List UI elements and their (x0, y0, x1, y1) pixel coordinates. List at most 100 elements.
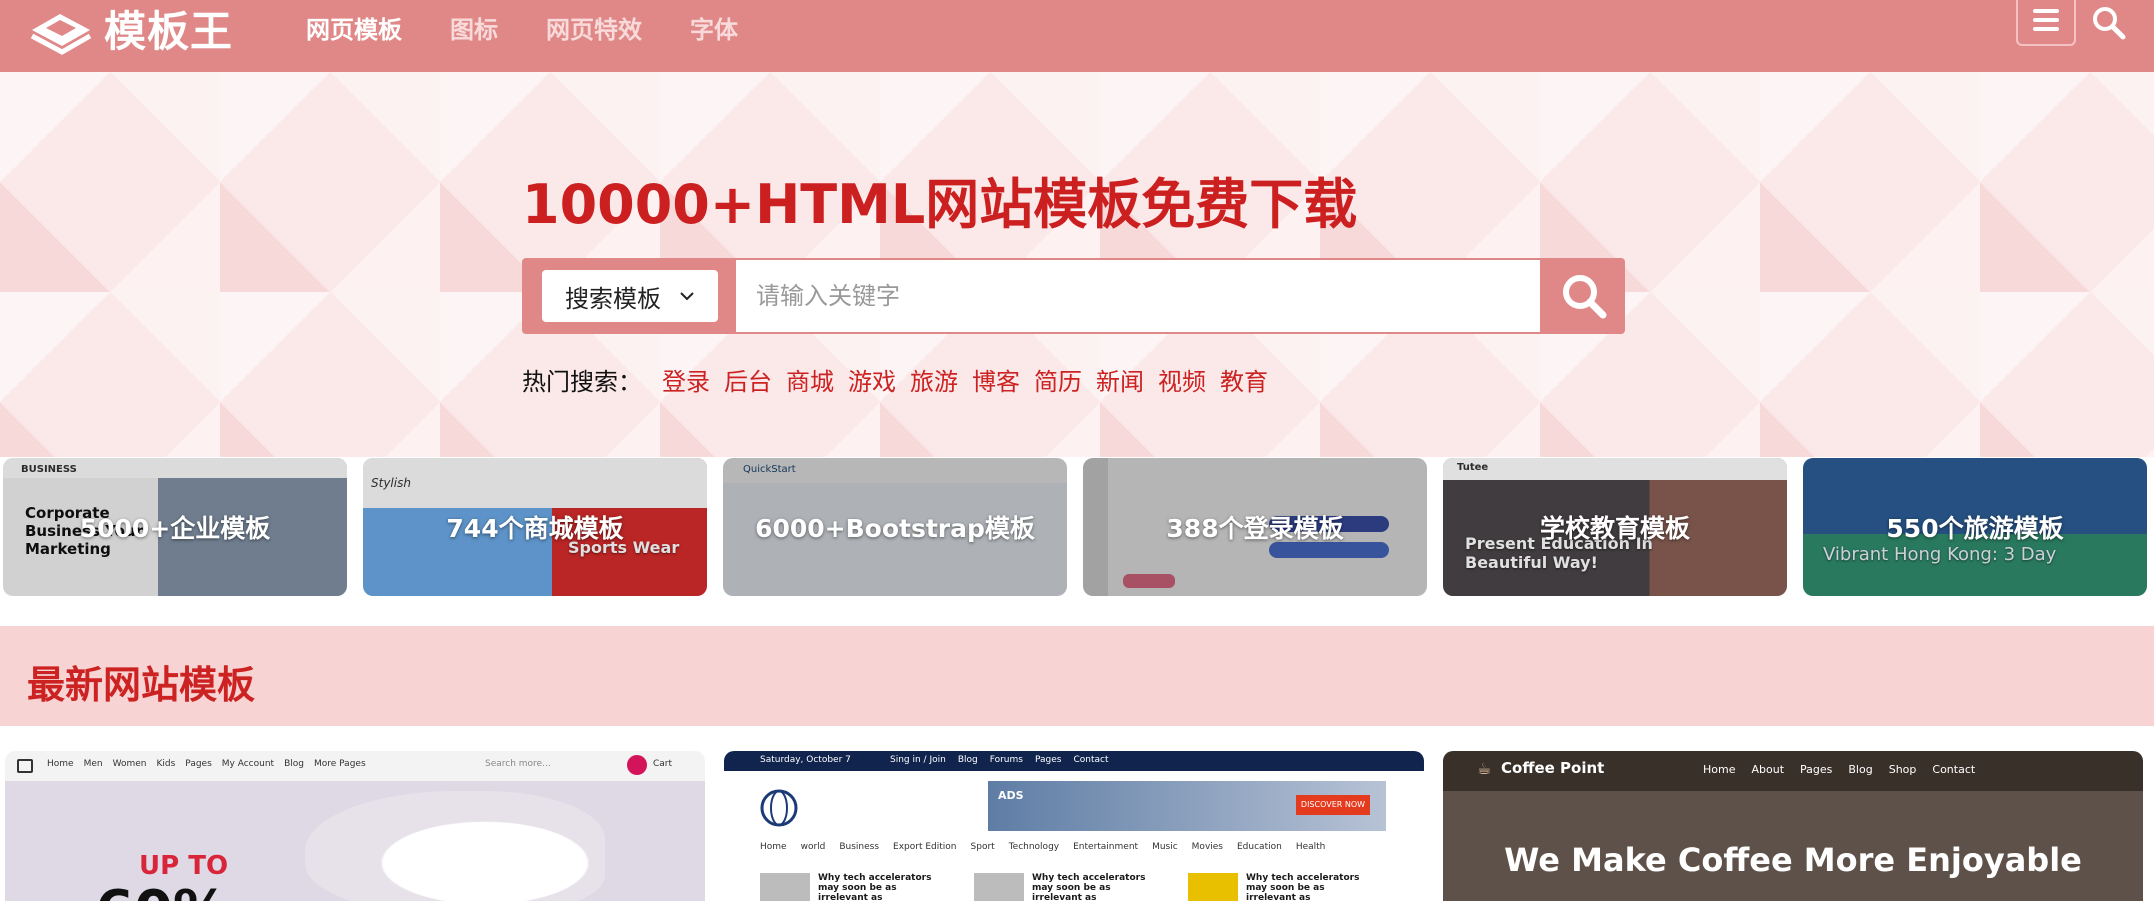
preview-search: Search more... (485, 759, 551, 769)
store-icon (17, 759, 33, 773)
article-thumb (1188, 873, 1238, 901)
logo-icon (30, 14, 92, 55)
globe-icon (760, 789, 798, 827)
template-card-shoe-store[interactable]: Home Men Women Kids Pages My Account Blo… (5, 751, 705, 901)
preview-nav-item: world (800, 842, 826, 852)
preview-nav-item: Contact (1932, 763, 1976, 776)
preview-top-link: Blog (957, 755, 978, 765)
preview-top-link: Sing in / Join (890, 755, 946, 765)
preview-nav-item: Pages (185, 759, 212, 769)
ad-button: DISCOVER NOW (1296, 795, 1370, 815)
preview-nav-item: Blog (284, 759, 304, 769)
preview-nav-item: Home (760, 842, 787, 852)
category-card-login[interactable]: 388个登录模板 (1083, 458, 1427, 596)
hot-tag[interactable]: 游戏 (848, 362, 896, 397)
menu-line (2033, 18, 2059, 22)
hot-searches: 热门搜索： 登录 后台 商城 游戏 旅游 博客 简历 新闻 视频 教育 (522, 362, 1268, 397)
nav-item-fonts[interactable]: 字体 (690, 10, 738, 45)
hero-title: 10000+HTML网站模板免费下载 (522, 173, 1358, 236)
template-card-bornona[interactable]: Saturday, October 7 Sing in / Join Blog … (724, 751, 1424, 901)
preview-nav-item: Men (83, 759, 103, 769)
preview-hero-title: We Make Coffee More Enjoyable (1504, 841, 2082, 879)
hot-tag[interactable]: 登录 (662, 362, 710, 397)
coffee-cup-icon: ☕ (1477, 759, 1492, 778)
category-label: 学校教育模板 (1539, 514, 1690, 543)
preview-nav-item: Movies (1191, 842, 1223, 852)
article-thumb (760, 873, 810, 901)
promo-percent: 60% (95, 879, 229, 901)
preview-nav-item: Export Edition (893, 842, 957, 852)
article-thumb (974, 873, 1024, 901)
nav-item-icons[interactable]: 图标 (450, 10, 498, 45)
hot-tag[interactable]: 新闻 (1096, 362, 1144, 397)
cart-icon (627, 755, 647, 775)
preview-nav-item: Women (112, 759, 147, 769)
preview-nav-item: Music (1152, 842, 1178, 852)
promo-text: UP TO (139, 851, 229, 881)
preview-ad-banner: ADS DISCOVER NOW (988, 781, 1386, 831)
hot-tag[interactable]: 教育 (1220, 362, 1268, 397)
preview-nav-item: Pages (1800, 763, 1833, 776)
preview-top-link: Contact (1073, 755, 1109, 765)
main-nav: 网页模板 图标 网页特效 字体 (306, 10, 738, 45)
category-label: 5000+企业模板 (79, 514, 271, 543)
preview-nav-item: Blog (1848, 763, 1873, 776)
category-card-business[interactable]: BUSINESS Corporate Business Your Marketi… (3, 458, 347, 596)
section-header: 最新网站模板 (0, 626, 2154, 726)
search-icon[interactable] (2090, 4, 2126, 40)
preview-date: Saturday, October 7 (760, 755, 851, 765)
category-card-travel[interactable]: Vibrant Hong Kong: 3 Day 550个旅游模板 (1803, 458, 2147, 596)
preview-nav-item: Entertainment (1073, 842, 1139, 852)
menu-line (2033, 27, 2059, 31)
nav-item-web-templates[interactable]: 网页模板 (306, 10, 402, 45)
preview-nav-item: Education (1237, 842, 1282, 852)
shoe-image (305, 791, 605, 901)
category-label: 6000+Bootstrap模板 (755, 514, 1035, 543)
preview-nav: Home world Business Export Edition Sport… (760, 842, 1325, 852)
preview-article: Why tech accelerators may soon be as irr… (1188, 873, 1376, 901)
hot-searches-label: 热门搜索： (522, 368, 642, 396)
search-box: 搜索模板 (522, 258, 1625, 334)
category-card-education[interactable]: Tutee Present Education In Beautiful Way… (1443, 458, 1787, 596)
hamburger-menu-button[interactable] (2016, 0, 2076, 46)
category-label: 550个旅游模板 (1886, 514, 2064, 543)
preview-nav-item: About (1751, 763, 1785, 776)
search-type-select[interactable]: 搜索模板 (542, 270, 718, 322)
top-navbar: 模板王 网页模板 图标 网页特效 字体 (0, 0, 2154, 72)
category-card-shop[interactable]: Stylish Sports Wear 744个商城模板 (363, 458, 707, 596)
template-card-coffee-point[interactable]: ☕ Coffee Point Home About Pages Blog Sho… (1443, 751, 2143, 901)
preview-top-link: Pages (1034, 755, 1062, 765)
preview-nav-item: My Account (221, 759, 275, 769)
preview-nav: Home About Pages Blog Shop Contact (1703, 763, 1975, 776)
preview-nav-item: Kids (156, 759, 176, 769)
logo-text: 模板王 (104, 6, 234, 56)
article-headline: Why tech accelerators may soon be as irr… (1032, 873, 1146, 901)
hot-tag[interactable]: 商城 (786, 362, 834, 397)
preview-nav-item: Sport (970, 842, 995, 852)
preview-nav-item: Health (1295, 842, 1326, 852)
category-cards: BUSINESS Corporate Business Your Marketi… (3, 458, 2153, 596)
hot-tag[interactable]: 旅游 (910, 362, 958, 397)
preview-article: Why tech accelerators may soon be as irr… (760, 873, 948, 901)
search-input[interactable] (736, 260, 1540, 332)
section-title: 最新网站模板 (27, 663, 256, 707)
nav-item-web-effects[interactable]: 网页特效 (546, 10, 642, 45)
hot-tag[interactable]: 简历 (1034, 362, 1082, 397)
category-label: 388个登录模板 (1166, 514, 1344, 543)
hot-tag[interactable]: 后台 (724, 362, 772, 397)
preview-nav-item: Shop (1888, 763, 1917, 776)
preview-article: Why tech accelerators may soon be as irr… (974, 873, 1162, 901)
search-submit-button[interactable] (1542, 258, 1625, 334)
hot-tag[interactable]: 视频 (1158, 362, 1206, 397)
preview-cart-label: Cart (653, 759, 673, 769)
hot-tag[interactable]: 博客 (972, 362, 1020, 397)
preview-nav-item: Home (47, 759, 74, 769)
preview-nav-item: Business (839, 842, 880, 852)
logo[interactable]: 模板王 (26, 0, 233, 56)
menu-line (2033, 9, 2059, 13)
search-type-label: 搜索模板 (565, 284, 661, 313)
category-card-bootstrap[interactable]: QuickStart 6000+Bootstrap模板 (723, 458, 1067, 596)
category-label: 744个商城模板 (446, 514, 624, 543)
search-icon (1562, 275, 1606, 319)
article-headline: Why tech accelerators may soon be as irr… (818, 873, 932, 901)
